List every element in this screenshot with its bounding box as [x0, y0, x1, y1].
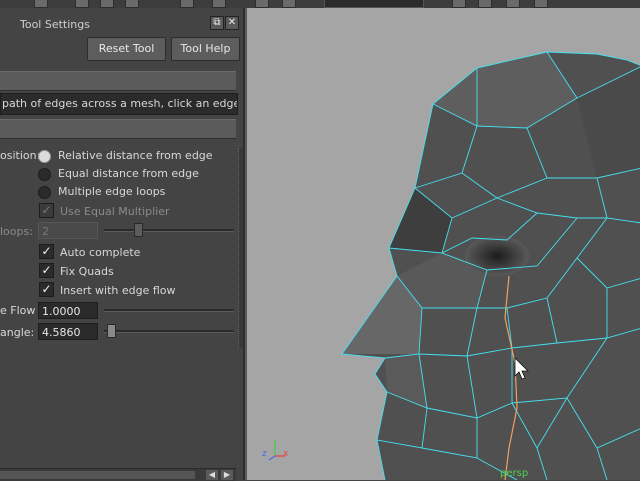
- toolbar-icon[interactable]: [180, 0, 194, 8]
- radio-multiple-edge-loops-label: Multiple edge loops: [58, 185, 166, 198]
- insert-with-edge-flow-label: Insert with edge flow: [60, 284, 176, 297]
- axis-x-label: x: [283, 449, 289, 459]
- radio-equal-distance[interactable]: [38, 168, 51, 181]
- radio-relative-distance[interactable]: [38, 150, 51, 163]
- number-of-loops-slider-handle[interactable]: [134, 223, 143, 237]
- fix-quads-label: Fix Quads: [60, 265, 114, 278]
- reset-tool-button[interactable]: Reset Tool: [87, 37, 166, 61]
- toolbar-dropdown[interactable]: [324, 0, 424, 8]
- close-icon[interactable]: ✕: [225, 16, 239, 30]
- number-of-loops-label: loops:: [0, 225, 33, 238]
- toolbar-icon[interactable]: [34, 0, 48, 8]
- tool-description-field: path of edges across a mesh, click an ed…: [0, 93, 238, 115]
- radio-multiple-edge-loops[interactable]: [38, 186, 51, 199]
- insert-position-label: osition:: [0, 149, 41, 162]
- scrollbar-thumb[interactable]: [0, 471, 195, 479]
- toolbar-icon[interactable]: [452, 0, 466, 8]
- head-mesh[interactable]: [247, 8, 640, 480]
- smoothing-angle-field[interactable]: 4.5860: [38, 323, 98, 340]
- smoothing-angle-label: angle:: [0, 326, 35, 339]
- radio-equal-distance-label: Equal distance from edge: [58, 167, 199, 180]
- toolbar-icon[interactable]: [506, 0, 520, 8]
- axis-z-label: z: [262, 449, 267, 459]
- toolbar-icon[interactable]: [282, 0, 296, 8]
- toolbar-icon[interactable]: [478, 0, 492, 8]
- number-of-loops-slider-track[interactable]: [104, 229, 234, 232]
- toolbar-icon[interactable]: [100, 0, 114, 8]
- section-header-settings[interactable]: [0, 119, 236, 139]
- use-equal-multiplier-checkbox[interactable]: ✓: [39, 203, 54, 218]
- fix-quads-checkbox[interactable]: ✓: [39, 263, 54, 278]
- panel-horizontal-scrollbar[interactable]: ◀ ▶: [0, 468, 236, 481]
- scroll-right-arrow-icon[interactable]: ▶: [221, 470, 233, 480]
- toolbar-icon[interactable]: [75, 0, 89, 8]
- smoothing-angle-slider-handle[interactable]: [107, 324, 116, 338]
- auto-complete-label: Auto complete: [60, 246, 141, 259]
- perspective-viewport[interactable]: z x persp: [245, 8, 640, 480]
- insert-with-edge-flow-checkbox[interactable]: ✓: [39, 282, 54, 297]
- toolbar-icon[interactable]: [255, 0, 269, 8]
- toolbar-icon[interactable]: [125, 0, 139, 8]
- smoothing-angle-slider-track[interactable]: [104, 330, 234, 333]
- scroll-left-arrow-icon[interactable]: ◀: [206, 470, 218, 480]
- toolbar-icon[interactable]: [534, 0, 548, 8]
- radio-relative-distance-label: Relative distance from edge: [58, 149, 213, 162]
- panel-vertical-scrollbar[interactable]: [238, 148, 243, 348]
- adjust-edge-flow-label: e Flow: [0, 304, 36, 317]
- camera-label: persp: [500, 468, 529, 479]
- panel-title: Tool Settings: [20, 18, 90, 31]
- tool-settings-panel: Tool Settings ⧉ ✕ Reset Tool Tool Help p…: [0, 8, 245, 481]
- number-of-loops-field[interactable]: 2: [38, 222, 98, 239]
- auto-complete-checkbox[interactable]: ✓: [39, 244, 54, 259]
- tool-help-button[interactable]: Tool Help: [171, 37, 240, 61]
- use-equal-multiplier-label: Use Equal Multiplier: [60, 205, 170, 218]
- float-window-icon[interactable]: ⧉: [210, 16, 224, 30]
- toolbar-icon[interactable]: [212, 0, 226, 8]
- adjust-edge-flow-field[interactable]: 1.0000: [38, 302, 98, 319]
- section-header-description[interactable]: [0, 71, 236, 91]
- adjust-edge-flow-slider-track[interactable]: [104, 309, 234, 312]
